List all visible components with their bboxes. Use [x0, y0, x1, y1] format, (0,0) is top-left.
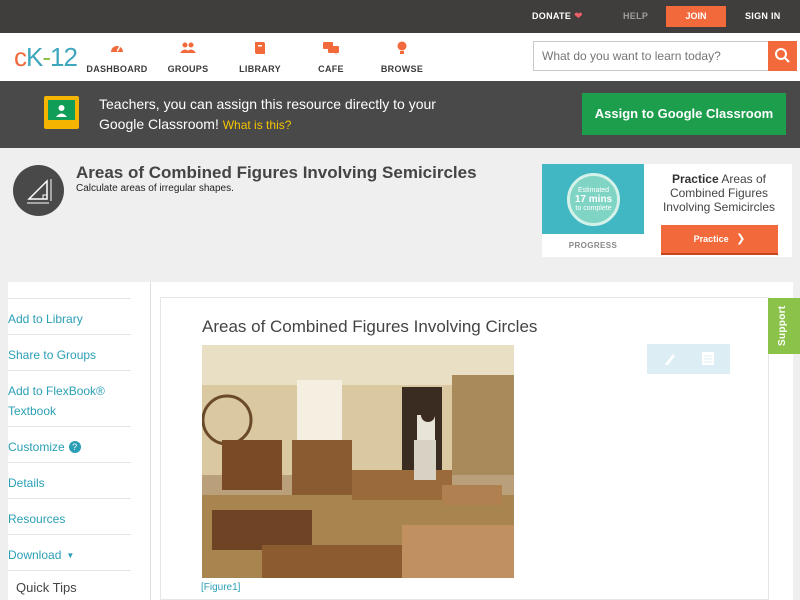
sidebar-item-label: Resources — [8, 512, 66, 526]
nav-browse[interactable]: BROWSE — [367, 41, 437, 77]
sign-in-link[interactable]: SIGN IN — [745, 11, 781, 21]
nav-dashboard[interactable]: DASHBOARD — [82, 41, 152, 77]
support-tab[interactable]: Support — [768, 298, 800, 354]
estimated-time-circle: Estimated 17 mins to complete — [567, 173, 620, 226]
concept-title: Areas of Combined Figures Involving Semi… — [76, 163, 477, 182]
sidebar-item-label: Share to Groups — [8, 348, 97, 362]
join-button[interactable]: JOIN — [666, 6, 726, 27]
logo-k: K — [26, 42, 43, 72]
sidebar-item-resources[interactable]: Resources — [8, 498, 131, 534]
assign-to-google-classroom-button[interactable]: Assign to Google Classroom — [582, 93, 786, 135]
cafe-icon — [323, 42, 339, 55]
pencil-icon[interactable] — [663, 351, 677, 366]
sidebar-item-download[interactable]: Download ▼ — [8, 534, 131, 570]
concept-geometry-icon — [13, 165, 64, 216]
practice-description: Practice Areas of Combined Figures Invol… — [652, 172, 786, 214]
ck12-logo[interactable]: cK-12 — [14, 42, 78, 73]
nav-library[interactable]: LIBRARY — [225, 41, 295, 77]
concept-subtitle: Calculate areas of irregular shapes. — [76, 183, 234, 194]
donate-link[interactable]: DONATE ❤ — [532, 11, 583, 22]
sidebar-item-details[interactable]: Details — [8, 462, 131, 498]
search-button[interactable] — [768, 41, 797, 71]
quick-tips-heading[interactable]: Quick Tips — [16, 580, 77, 595]
banner-message: Teachers, you can assign this resource d… — [99, 94, 479, 135]
nav-label: LIBRARY — [239, 64, 281, 74]
practice-button[interactable]: Practice ❯ — [661, 225, 778, 255]
browse-icon — [397, 41, 407, 54]
sidebar-item-label: Add to Library — [8, 312, 83, 326]
help-icon[interactable]: ? — [68, 441, 81, 453]
figure-caption-link[interactable]: [Figure1] — [201, 582, 240, 593]
sidebar-item-customize[interactable]: Customize? — [8, 426, 131, 462]
nav-label: DASHBOARD — [86, 64, 148, 74]
lesson-title: Areas of Combined Figures Involving Circ… — [202, 317, 538, 336]
google-classroom-icon — [44, 96, 79, 129]
sidebar-item-add-to-library[interactable]: Add to Library — [8, 298, 131, 334]
workshop-photo — [202, 345, 514, 578]
library-icon — [255, 42, 265, 54]
nav-label: BROWSE — [380, 64, 424, 74]
chevron-right-icon: ❯ — [736, 233, 746, 245]
donate-label: DONATE — [532, 11, 572, 21]
groups-icon — [180, 42, 196, 53]
sidebar-item-label: Add to FlexBook® Textbook — [8, 384, 105, 418]
notes-icon[interactable] — [701, 351, 715, 366]
estimated-minutes: 17 mins — [574, 194, 613, 205]
google-classroom-banner: Teachers, you can assign this resource d… — [0, 81, 800, 148]
progress-label: PROGRESS — [568, 241, 618, 250]
annotation-tools — [647, 344, 730, 374]
progress-panel: Estimated 17 mins to complete — [542, 164, 644, 234]
support-label: Support — [777, 305, 788, 346]
sidebar-item-label: Customize — [8, 440, 65, 454]
sidebar-item-share-to-groups[interactable]: Share to Groups — [8, 334, 131, 370]
search-box — [533, 41, 797, 71]
sidebar-item-add-to-flexbook[interactable]: Add to FlexBook® Textbook — [8, 370, 131, 426]
logo-dash: - — [42, 42, 51, 72]
nav-cafe[interactable]: CAFE — [296, 41, 366, 77]
nav-groups[interactable]: GROUPS — [153, 41, 223, 77]
nav-label: GROUPS — [167, 64, 209, 74]
main-nav: cK-12 DASHBOARD GROUPS LIBRARY CAFE BROW… — [0, 33, 800, 81]
search-icon — [775, 48, 790, 63]
logo-number: 12 — [50, 42, 78, 72]
practice-button-label: Practice — [693, 234, 729, 244]
caret-down-icon: ▼ — [66, 551, 75, 560]
what-is-this-link[interactable]: What is this? — [223, 118, 292, 132]
logo-c: c — [14, 42, 27, 72]
dashboard-icon — [111, 46, 123, 52]
top-bar: DONATE ❤ HELP JOIN SIGN IN — [0, 0, 800, 33]
sidebar-item-label: Download — [8, 548, 62, 562]
to-complete-label: to complete — [575, 205, 612, 212]
practice-word: Practice — [671, 172, 719, 186]
search-input[interactable] — [534, 42, 768, 70]
help-link[interactable]: HELP — [623, 11, 648, 21]
sidebar-item-label: Details — [8, 476, 45, 490]
practice-card: Estimated 17 mins to complete PROGRESS P… — [542, 164, 792, 257]
nav-label: CAFE — [318, 64, 344, 74]
heart-icon: ❤ — [574, 11, 583, 22]
